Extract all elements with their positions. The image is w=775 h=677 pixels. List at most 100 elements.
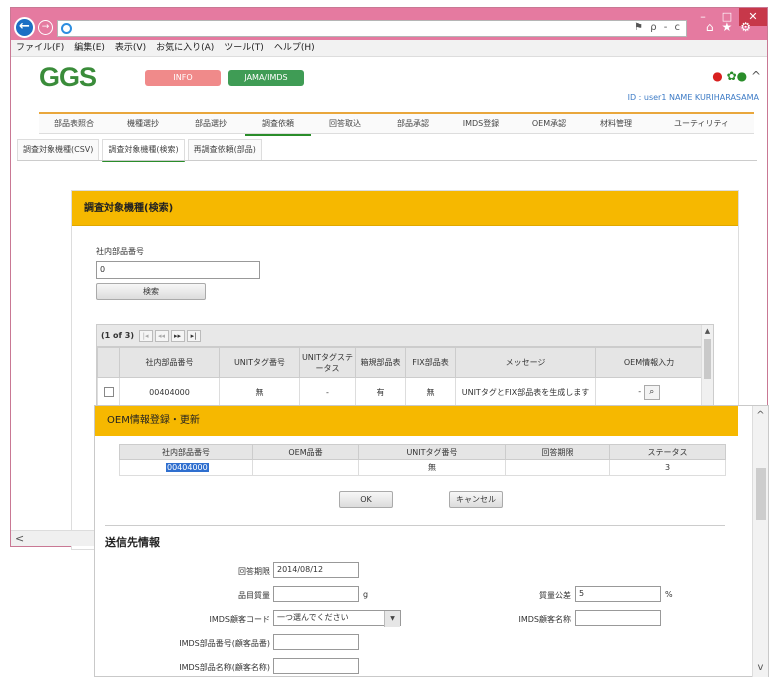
dcol-deadline: 回答期限 bbox=[505, 444, 610, 460]
cell-unit-status: - bbox=[299, 377, 356, 408]
dialog-scroll-up-icon[interactable]: ^ bbox=[753, 406, 768, 426]
item-weight-label: 品目質量 bbox=[238, 591, 270, 600]
dcell-deadline bbox=[505, 459, 610, 476]
nav-item-part-approval[interactable]: 部品承認 bbox=[379, 114, 447, 134]
search-button[interactable]: 検索 bbox=[96, 283, 206, 300]
dcell-part-number[interactable]: 00404000 bbox=[166, 463, 209, 472]
mass-tolerance-input[interactable]: 5 bbox=[575, 586, 661, 602]
nav-item-imds-register[interactable]: IMDS登録 bbox=[447, 114, 515, 134]
nav-item-answer-import[interactable]: 回答取込 bbox=[311, 114, 379, 134]
imds-customer-name-input[interactable] bbox=[575, 610, 661, 626]
settings-gear-icon[interactable]: ⚙ bbox=[740, 20, 759, 34]
first-page-button[interactable]: |◂ bbox=[138, 329, 153, 342]
app-header: GGS INFO JAMA/IMDS ● ✿● ^ ID : user1 NAM… bbox=[11, 57, 767, 107]
menu-file[interactable]: ファイル(F) bbox=[11, 40, 69, 57]
dcell-status: 3 bbox=[609, 459, 726, 476]
tab-resurvey-request[interactable]: 再調査依頼(部品) bbox=[187, 139, 262, 161]
part-number-input[interactable]: 0 bbox=[96, 261, 260, 279]
table-row: 00404000 無 - 有 無 UNITタグとFIX部品表を生成します - ⌕ bbox=[97, 377, 703, 408]
nav-item-survey-request[interactable]: 調査依頼 bbox=[245, 114, 311, 136]
subtab-divider bbox=[17, 160, 757, 161]
dialog-scroll-thumb[interactable] bbox=[756, 468, 766, 520]
dcol-part-number: 社内部品番号 bbox=[119, 444, 253, 460]
green-logo-icon[interactable]: ✿● bbox=[727, 69, 751, 83]
cell-message: UNITタグとFIX部品表を生成します bbox=[455, 377, 596, 408]
dcol-status: ステータス bbox=[609, 444, 726, 460]
cell-unit-tag: 無 bbox=[219, 377, 300, 408]
col-part-number: 社内部品番号 bbox=[119, 347, 220, 378]
last-page-button[interactable]: ▸| bbox=[186, 329, 201, 342]
dcol-unit-tag: UNITタグ番号 bbox=[358, 444, 506, 460]
nav-item-parts-list-match[interactable]: 部品表照合 bbox=[39, 114, 109, 134]
imds-part-name-label: IMDS部品名称(顧客名称) bbox=[179, 663, 270, 672]
collapse-caret-icon[interactable]: ^ bbox=[751, 69, 761, 83]
cell-oem: - bbox=[638, 387, 642, 396]
cancel-button[interactable]: キャンセル bbox=[449, 491, 503, 508]
prev-page-button[interactable]: ◂◂ bbox=[154, 329, 169, 342]
imds-customer-name-label: IMDS顧客名称 bbox=[518, 615, 572, 624]
cell-box-bom: 有 bbox=[355, 377, 406, 408]
imds-part-number-input[interactable] bbox=[273, 634, 359, 650]
menu-help[interactable]: ヘルプ(H) bbox=[269, 40, 320, 57]
cell-part-number: 00404000 bbox=[119, 377, 220, 408]
table-row: 00404000 無 3 bbox=[119, 459, 726, 476]
mass-tolerance-unit: % bbox=[665, 590, 673, 599]
menu-bar: ファイル(F) 編集(E) 表示(V) お気に入り(A) ツール(T) ヘルプ(H) bbox=[11, 40, 767, 57]
col-unit-tag: UNITタグ番号 bbox=[219, 347, 300, 378]
imds-customer-code-label: IMDS顧客コード bbox=[209, 615, 271, 624]
notification-dot-icon: ● bbox=[712, 69, 727, 83]
back-arrow-icon[interactable]: ← bbox=[14, 17, 35, 38]
home-icon[interactable]: ⌂ bbox=[706, 20, 722, 34]
imds-customer-code-select[interactable]: 一つ選んでください ▼ bbox=[273, 610, 401, 627]
dialog-title: OEM情報登録・更新 bbox=[95, 406, 738, 436]
sub-tabs: 調査対象機種(CSV) 調査対象機種(検索) 再調査依頼(部品) bbox=[17, 139, 265, 162]
magnifier-icon[interactable]: ⌕ bbox=[643, 385, 660, 400]
cell-fix-bom: 無 bbox=[405, 377, 456, 408]
nav-item-material-mgmt[interactable]: 材料管理 bbox=[583, 114, 649, 134]
scroll-thumb[interactable] bbox=[704, 339, 711, 379]
forward-arrow-icon[interactable]: → bbox=[38, 20, 53, 35]
menu-view[interactable]: 表示(V) bbox=[110, 40, 151, 57]
jama-imds-button[interactable]: JAMA/IMDS bbox=[228, 70, 304, 86]
col-fix-bom: FIX部品表 bbox=[405, 347, 456, 378]
pager-count: (1 of 3) bbox=[101, 331, 134, 340]
dialog-scrollbar[interactable]: ^ v bbox=[752, 406, 768, 677]
menu-tools[interactable]: ツール(T) bbox=[219, 40, 269, 57]
oem-dialog: OEM情報登録・更新 ^ v 社内部品番号 OEM品番 UNITタグ番号 回答期… bbox=[94, 405, 769, 677]
nav-item-part-select[interactable]: 部品選抄 bbox=[177, 114, 245, 134]
tab-survey-model-csv[interactable]: 調査対象機種(CSV) bbox=[17, 139, 100, 161]
item-weight-unit: g bbox=[363, 590, 369, 599]
screen: – □ ✕ ← → ⚑ ρ - c ⌂★⚙ ファイル(F) 編集(E) 表示(V) お… bbox=[0, 0, 775, 677]
info-button[interactable]: INFO bbox=[145, 70, 221, 86]
panel-title: 調査対象機種(検索) bbox=[72, 191, 738, 226]
tab-survey-model-search[interactable]: 調査対象機種(検索) bbox=[102, 139, 185, 162]
section-divider bbox=[105, 525, 725, 526]
item-weight-input[interactable] bbox=[273, 586, 359, 602]
user-id-label: ID : user1 NAME KURIHARASAMA bbox=[627, 93, 759, 102]
scroll-up-icon[interactable]: ▲ bbox=[702, 325, 713, 337]
nav-item-oem-approval[interactable]: OEM承認 bbox=[515, 114, 583, 134]
col-unit-status: UNITタグステータス bbox=[299, 347, 356, 378]
address-bar[interactable]: ⚑ ρ - c bbox=[57, 20, 687, 37]
ok-button[interactable]: OK bbox=[339, 491, 393, 508]
row-checkbox[interactable] bbox=[103, 386, 114, 397]
menu-edit[interactable]: 編集(E) bbox=[69, 40, 110, 57]
dropdown-arrow-icon[interactable]: ▼ bbox=[384, 611, 400, 627]
ggs-logo: GGS bbox=[39, 62, 97, 92]
search-refresh-icon[interactable]: ρ - c bbox=[650, 22, 682, 33]
answer-deadline-input[interactable]: 2014/08/12 bbox=[273, 562, 359, 578]
nav-item-utility[interactable]: ユーティリティ bbox=[649, 114, 754, 134]
imds-part-number-label: IMDS部品番号(顧客品番) bbox=[179, 639, 270, 648]
col-oem-input: OEM情報入力 bbox=[595, 347, 703, 378]
next-page-button[interactable]: ▸▸ bbox=[170, 329, 185, 342]
col-select bbox=[97, 347, 120, 378]
favorites-star-icon[interactable]: ★ bbox=[721, 20, 740, 34]
scroll-left-icon[interactable]: < bbox=[15, 531, 24, 547]
menu-favorites[interactable]: お気に入り(A) bbox=[151, 40, 219, 57]
nav-item-model-select[interactable]: 機種選抄 bbox=[109, 114, 177, 134]
imds-part-name-input[interactable] bbox=[273, 658, 359, 674]
dcol-oem-number: OEM品番 bbox=[252, 444, 359, 460]
flag-icon[interactable]: ⚑ bbox=[634, 22, 650, 33]
dialog-scroll-down-icon[interactable]: v bbox=[753, 658, 768, 677]
answer-deadline-label: 回答期限 bbox=[238, 567, 270, 576]
